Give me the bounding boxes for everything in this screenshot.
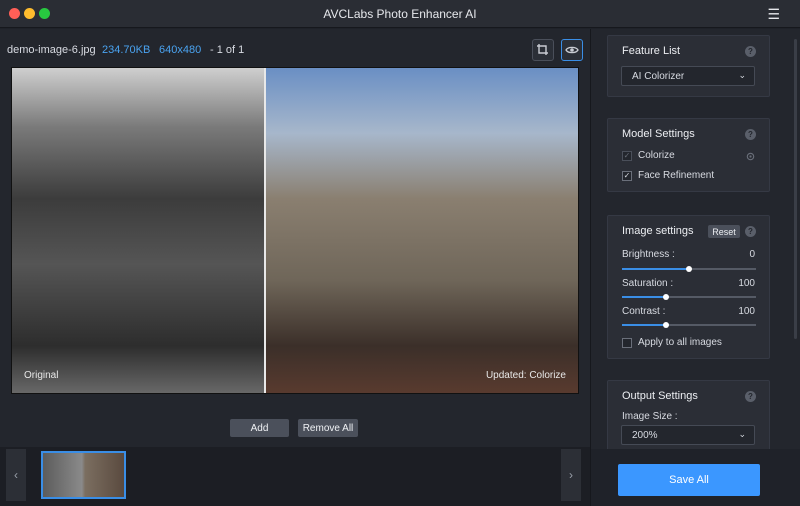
help-icon[interactable]: ? xyxy=(745,129,756,140)
image-preview[interactable]: Original Updated: Colorize xyxy=(11,67,579,394)
slider-fill xyxy=(622,324,667,326)
slider-handle[interactable] xyxy=(663,294,670,300)
compare-divider-handle[interactable] xyxy=(264,68,266,393)
slider-handle[interactable] xyxy=(686,266,692,272)
colorized-image xyxy=(265,68,578,393)
saturation-slider[interactable] xyxy=(622,294,756,300)
updated-label: Updated: Colorize xyxy=(485,370,566,381)
file-name: demo-image-6.jpg xyxy=(7,44,96,56)
reset-button[interactable]: Reset xyxy=(708,225,740,238)
add-button[interactable]: Add xyxy=(230,419,289,437)
title-bar: AVCLabs Photo Enhancer AI ☰ xyxy=(0,0,800,28)
settings-gear-icon[interactable] xyxy=(745,151,756,162)
image-size-select[interactable]: 200% ⌄ xyxy=(621,425,755,445)
brightness-label: Brightness : xyxy=(622,249,675,260)
saturation-label: Saturation : xyxy=(622,278,674,289)
chevron-right-icon: › xyxy=(569,468,573,482)
remove-all-button[interactable]: Remove All xyxy=(298,419,358,437)
model-settings-title: Model Settings xyxy=(622,128,695,140)
file-dimensions: 640x480 xyxy=(159,44,202,56)
help-icon[interactable]: ? xyxy=(745,226,756,237)
feature-select-value: AI Colorizer xyxy=(632,70,685,82)
chevron-down-icon: ⌄ xyxy=(738,429,746,439)
feature-list-title: Feature List xyxy=(622,45,681,57)
scroll-right-button[interactable]: › xyxy=(561,449,581,501)
hamburger-icon[interactable]: ☰ xyxy=(767,6,780,23)
apply-all-label: Apply to all images xyxy=(638,337,722,348)
page-indicator: - 1 of 1 xyxy=(210,44,245,56)
file-size: 234.70KB xyxy=(102,44,151,56)
saturation-value: 100 xyxy=(738,278,755,289)
original-label: Original xyxy=(24,370,59,381)
help-icon[interactable]: ? xyxy=(745,46,756,57)
file-info-bar: demo-image-6.jpg 234.70KB 640x480 - 1 of… xyxy=(0,29,590,65)
image-size-label: Image Size : xyxy=(622,411,678,422)
output-settings-card: Output Settings ? Image Size : 200% ⌄ xyxy=(607,380,770,460)
crop-icon xyxy=(537,44,548,55)
slider-handle[interactable] xyxy=(663,322,670,328)
apply-all-checkbox[interactable] xyxy=(622,337,632,348)
colorize-label: Colorize xyxy=(638,150,675,161)
settings-panel: Feature List ? AI Colorizer ⌄ Model Sett… xyxy=(590,29,800,506)
save-all-button[interactable]: Save All xyxy=(618,464,760,496)
file-action-row: Add Remove All xyxy=(0,419,590,439)
preview-toggle-button[interactable] xyxy=(561,39,583,61)
brightness-slider[interactable] xyxy=(622,266,756,272)
contrast-value: 100 xyxy=(738,306,755,317)
face-refinement-checkbox[interactable]: ✓ xyxy=(622,170,632,181)
chevron-down-icon: ⌄ xyxy=(738,70,746,80)
face-refinement-label: Face Refinement xyxy=(638,170,715,181)
image-size-value: 200% xyxy=(632,429,658,441)
thumbnail-item[interactable] xyxy=(41,451,126,499)
contrast-slider[interactable] xyxy=(622,322,756,328)
eye-icon xyxy=(565,46,579,54)
slider-fill xyxy=(622,268,689,270)
chevron-left-icon: ‹ xyxy=(14,468,18,482)
feature-select[interactable]: AI Colorizer ⌄ xyxy=(621,66,755,86)
output-settings-title: Output Settings xyxy=(622,390,698,402)
colorize-checkbox[interactable]: ✓ xyxy=(622,150,632,161)
colorize-option[interactable]: ✓ Colorize xyxy=(622,150,675,161)
contrast-label: Contrast : xyxy=(622,306,666,317)
help-icon[interactable]: ? xyxy=(745,391,756,402)
face-refinement-option[interactable]: ✓ Face Refinement xyxy=(622,170,714,181)
app-title: AVCLabs Photo Enhancer AI xyxy=(323,7,477,21)
main-area: demo-image-6.jpg 234.70KB 640x480 - 1 of… xyxy=(0,29,590,506)
brightness-value: 0 xyxy=(749,249,755,260)
panel-scrollbar[interactable] xyxy=(794,39,797,339)
feature-list-card: Feature List ? AI Colorizer ⌄ xyxy=(607,35,770,97)
image-settings-card: Image settings Reset ? Brightness : 0 Sa… xyxy=(607,215,770,359)
original-image xyxy=(12,68,265,393)
image-settings-title: Image settings xyxy=(622,225,694,237)
slider-fill xyxy=(622,296,667,298)
crop-button[interactable] xyxy=(532,39,554,61)
model-settings-card: Model Settings ? ✓ Colorize ✓ Face Refin… xyxy=(607,118,770,192)
thumbnail-strip: ‹ › xyxy=(0,447,590,506)
apply-all-option[interactable]: Apply to all images xyxy=(622,337,722,348)
scroll-left-button[interactable]: ‹ xyxy=(6,449,26,501)
